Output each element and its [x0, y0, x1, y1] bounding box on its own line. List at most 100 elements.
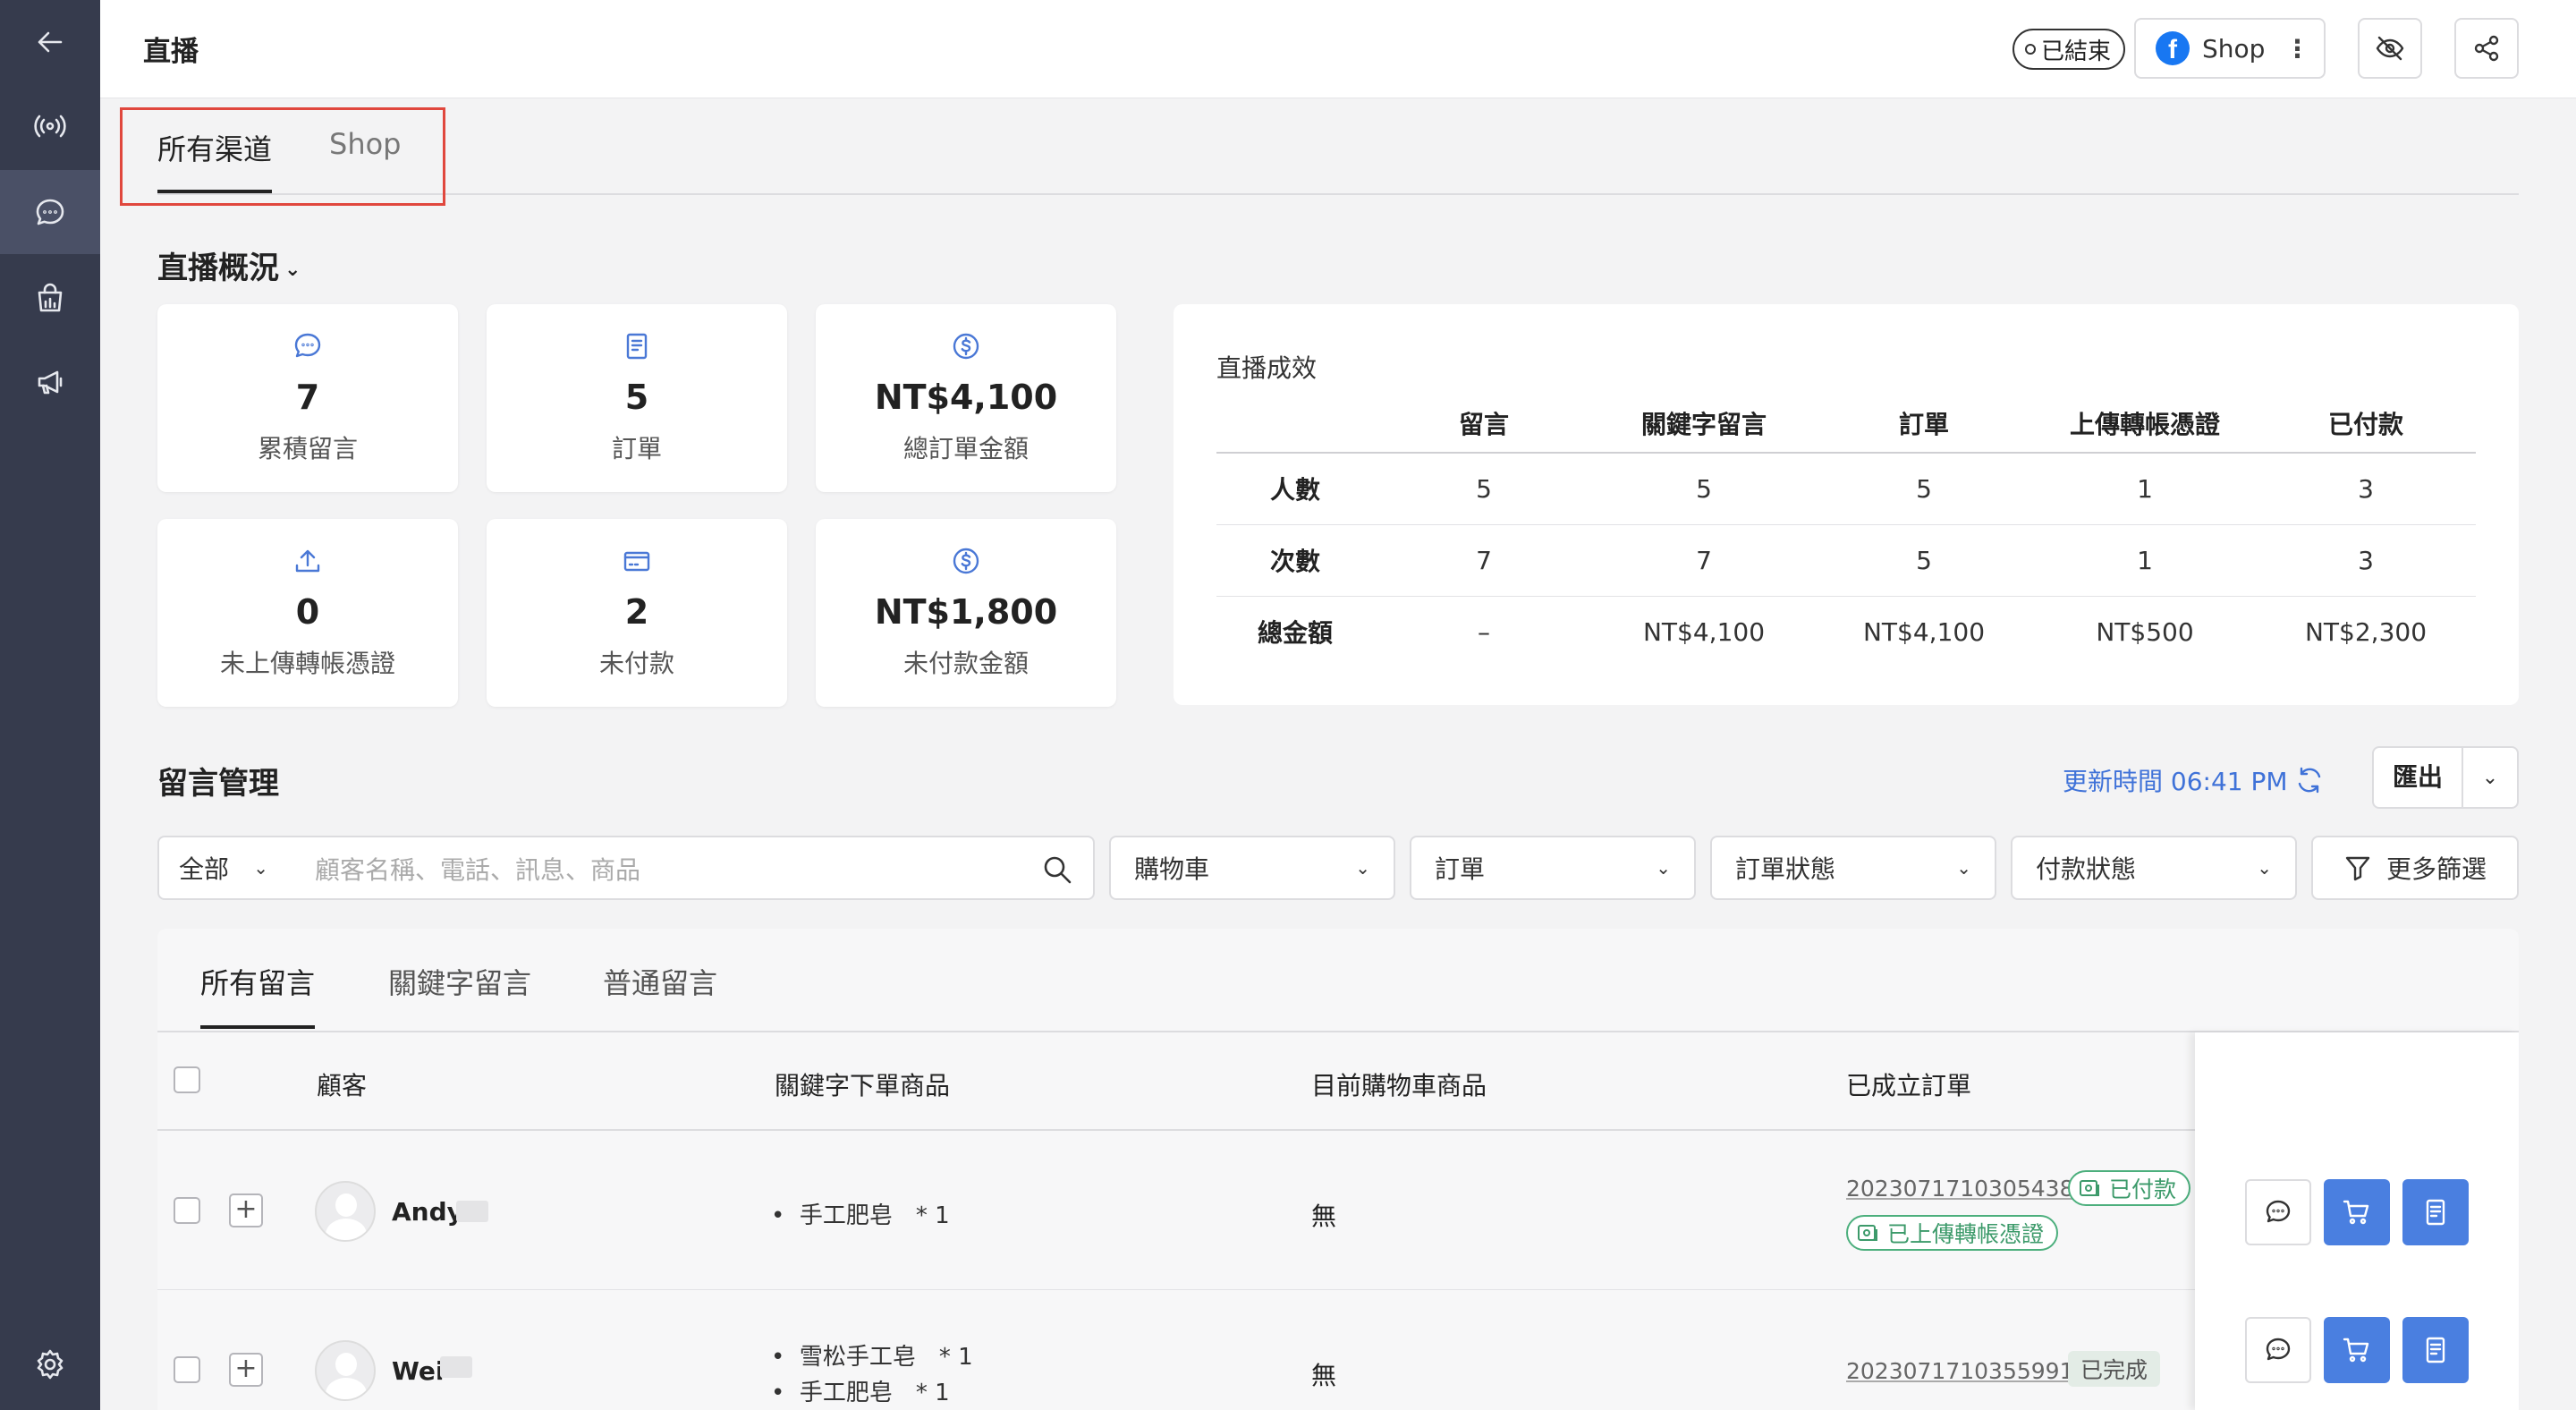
reply-button[interactable] — [2245, 1317, 2311, 1383]
order-status-filter-label: 訂單狀態 — [1735, 854, 1836, 884]
chevron-down-icon: ⌄ — [253, 857, 268, 879]
stat-label: 累積留言 — [257, 434, 358, 463]
share-button[interactable] — [2454, 18, 2519, 79]
stat-label: 未付款 — [598, 649, 674, 678]
payment-status-filter-label: 付款狀態 — [2036, 854, 2137, 884]
order-filter-select[interactable]: 訂單 ⌄ — [1410, 836, 1696, 900]
customer-name[interactable]: Wei — [392, 1356, 444, 1386]
row-header: 次數 — [1216, 524, 1374, 597]
sidebar-item-marketing[interactable] — [0, 340, 100, 424]
comment-list-panel: 所有留言 關鍵字留言 普通留言 顧客 關鍵字下單商品 目前購物車商品 已成立訂單… — [157, 929, 2519, 1410]
add-to-cart-button[interactable] — [2324, 1317, 2390, 1383]
cart-filter-select[interactable]: 購物車 ⌄ — [1109, 836, 1395, 900]
order-id-link[interactable]: 20230717103559915 — [1846, 1358, 2088, 1384]
more-filters-button[interactable]: 更多篩選 — [2311, 836, 2519, 900]
overview-title[interactable]: 直播概況 ⌄ — [157, 243, 301, 287]
product-text: 手工肥皂 * 1 — [799, 1202, 950, 1229]
avatar — [315, 1340, 376, 1401]
channel-select-button[interactable]: f Shop ⋮ — [2134, 18, 2326, 79]
scope-select[interactable]: 全部 ⌄ — [157, 836, 290, 900]
tab-normal-comments[interactable]: 普通留言 — [603, 961, 717, 1002]
performance-row-people: 人數 5 5 5 1 3 — [1216, 453, 2476, 525]
table-cell: 3 — [2256, 453, 2476, 525]
performance-title: 直播成效 — [1216, 353, 1318, 383]
row-checkbox[interactable] — [174, 1197, 200, 1224]
stat-card-not-uploaded: 0 未上傳轉帳憑證 — [157, 519, 458, 707]
keyword-product-item: • 手工肥皂 * 1 — [771, 1202, 950, 1229]
tab-keyword-comments[interactable]: 關鍵字留言 — [388, 961, 531, 1002]
hide-button[interactable] — [2358, 18, 2422, 79]
stat-label: 未付款金額 — [902, 649, 1029, 678]
chevron-down-icon: ⌄ — [1355, 857, 1370, 879]
add-to-cart-button[interactable] — [2324, 1179, 2390, 1245]
search-field[interactable] — [288, 836, 1095, 900]
select-all-checkbox[interactable] — [174, 1066, 200, 1093]
chat-bubble-icon — [294, 333, 321, 358]
money-icon — [2080, 1180, 2099, 1196]
page-title: 直播 — [143, 36, 199, 68]
channel-label: Shop — [2202, 33, 2266, 64]
dollar-circle-icon — [953, 333, 979, 360]
column-header-orders: 已成立訂單 — [1846, 1071, 1972, 1100]
create-order-button[interactable] — [2402, 1179, 2469, 1245]
chat-bubble-icon — [36, 199, 64, 225]
reply-button[interactable] — [2245, 1179, 2311, 1245]
cart-icon — [2343, 1338, 2369, 1363]
table-header: 顧客 關鍵字下單商品 目前購物車商品 已成立訂單 — [157, 1032, 2519, 1131]
megaphone-icon — [38, 370, 63, 395]
status-badge: 已結束 — [2012, 29, 2126, 70]
export-button[interactable]: 匯出 ⌄ — [2372, 746, 2519, 809]
sidebar-item-settings[interactable] — [0, 1322, 100, 1406]
search-input[interactable] — [315, 852, 1013, 888]
table-cell: 1 — [2034, 453, 2256, 525]
performance-row-count: 次數 7 7 5 1 3 — [1216, 524, 2476, 597]
comments-title: 留言管理 — [157, 766, 279, 802]
chevron-down-icon[interactable]: ⌄ — [2463, 767, 2517, 789]
column-header: 關鍵字留言 — [1594, 394, 1814, 454]
broadcast-icon — [34, 115, 66, 138]
sidebar-item-shop-analytics[interactable] — [0, 256, 100, 340]
payment-status-filter-select[interactable]: 付款狀態 ⌄ — [2011, 836, 2297, 900]
table-cell: NT$500 — [2096, 616, 2194, 647]
order-clipboard-icon — [2426, 1199, 2445, 1226]
comment-type-tabs: 所有留言 關鍵字留言 普通留言 — [157, 929, 2519, 1032]
upload-icon — [295, 549, 320, 573]
customer-name[interactable]: Andy — [392, 1197, 463, 1227]
create-order-button[interactable] — [2402, 1317, 2469, 1383]
channel-tabs: 所有渠道 Shop — [157, 98, 2519, 195]
chevron-down-icon: ⌄ — [1956, 857, 1971, 879]
order-clipboard-icon — [626, 333, 648, 360]
table-cell: 5 — [1594, 453, 1814, 525]
column-header: 訂單 — [1814, 394, 2034, 454]
proof-uploaded-badge-label: 已上傳轉帳憑證 — [1887, 1221, 2045, 1247]
filter-icon — [2345, 856, 2370, 881]
update-time[interactable]: 更新時間 06:41 PM — [2063, 762, 2326, 798]
dollar-circle-icon — [953, 548, 979, 574]
back-button[interactable] — [0, 0, 100, 84]
expand-row-button[interactable]: + — [229, 1193, 263, 1227]
expand-row-button[interactable]: + — [229, 1353, 263, 1387]
update-time-label: 更新時間 06:41 PM — [2063, 767, 2288, 796]
search-icon[interactable] — [1041, 854, 1073, 886]
stat-value: 0 — [295, 592, 320, 632]
row-checkbox[interactable] — [174, 1356, 200, 1383]
shopping-bag-chart-icon — [38, 283, 63, 312]
more-filters-label: 更多篩選 — [2385, 854, 2487, 884]
order-status-filter-select[interactable]: 訂單狀態 ⌄ — [1710, 836, 1996, 900]
order-id-link[interactable]: 20230717103054382 — [1846, 1176, 2088, 1202]
row-actions-column — [2195, 1032, 2519, 1410]
order-clipboard-icon — [2426, 1337, 2445, 1363]
row-header: 人數 — [1216, 453, 1374, 525]
credit-card-icon — [623, 551, 650, 572]
redacted-surname — [440, 1356, 472, 1378]
column-header-keyword-products: 關鍵字下單商品 — [775, 1071, 951, 1100]
export-label: 匯出 — [2374, 748, 2463, 807]
chevron-down-icon: ⌄ — [2257, 857, 2272, 879]
performance-table: 留言 關鍵字留言 訂單 上傳轉帳憑證 已付款 人數 5 5 5 1 3 次數 7… — [1216, 394, 2476, 667]
sidebar-item-comments[interactable] — [0, 170, 100, 254]
paid-badge: 已付款 — [2068, 1170, 2191, 1206]
paid-badge-label: 已付款 — [2109, 1176, 2177, 1202]
tab-all-comments[interactable]: 所有留言 — [200, 961, 315, 1002]
more-vertical-icon: ⋮ — [2284, 33, 2310, 64]
sidebar-item-live[interactable] — [0, 84, 100, 168]
